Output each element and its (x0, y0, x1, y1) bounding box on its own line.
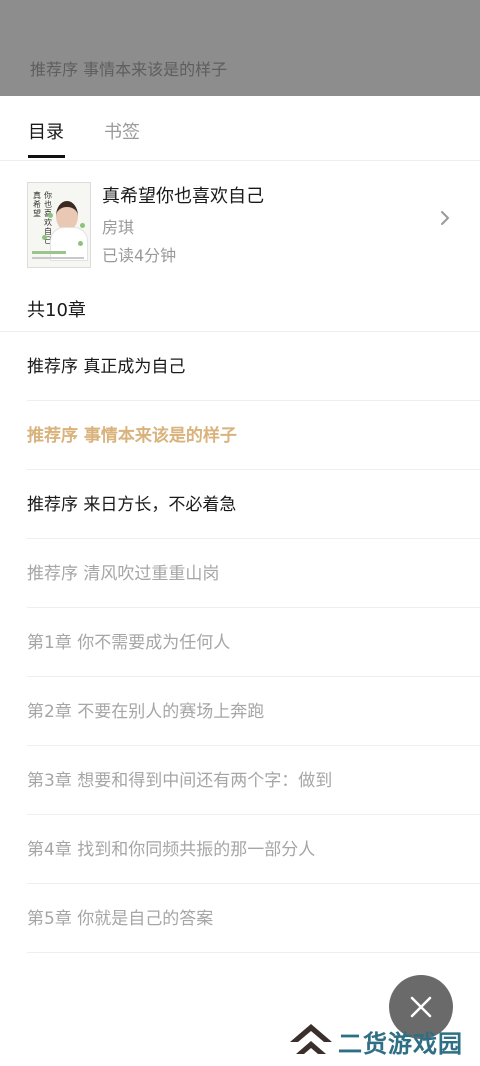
chapter-item[interactable]: 第5章 你就是自己的答案 (27, 884, 480, 953)
toc-panel: 目录 书签 真希望 你也喜欢自己 真希望你也喜欢自己 房琪 已读4分钟 共10章… (0, 96, 480, 1066)
chevron-right-icon (441, 211, 449, 225)
chapter-title: 推荐序 真正成为自己 (27, 357, 186, 377)
chapter-title: 第5章 你就是自己的答案 (27, 909, 214, 929)
tab-contents[interactable]: 目录 (28, 118, 64, 144)
chapter-title: 推荐序 来日方长，不必着急 (27, 495, 237, 515)
watermark-logo-icon (290, 1024, 332, 1054)
tab-bookmarks[interactable]: 书签 (104, 118, 140, 144)
tab-bar: 目录 书签 (0, 96, 480, 161)
dimmed-reader-background[interactable]: 推荐序 事情本来该是的样子 (0, 0, 480, 96)
chapter-item[interactable]: 推荐序 来日方长，不必着急 (27, 470, 480, 539)
chapter-item[interactable]: 第2章 不要在别人的赛场上奔跑 (27, 677, 480, 746)
chapter-item[interactable]: 推荐序 事情本来该是的样子 (27, 401, 480, 470)
chapter-item[interactable]: 推荐序 清风吹过重重山岗 (27, 539, 480, 608)
chapter-item[interactable]: 第4章 找到和你同频共振的那一部分人 (27, 815, 480, 884)
chapter-title: 第1章 你不需要成为任何人 (27, 633, 231, 653)
book-info-row[interactable]: 真希望 你也喜欢自己 真希望你也喜欢自己 房琪 已读4分钟 (0, 180, 480, 270)
chapter-title: 推荐序 清风吹过重重山岗 (27, 564, 220, 584)
book-title: 真希望你也喜欢自己 (102, 186, 264, 207)
active-tab-indicator (28, 155, 65, 158)
chapter-list: 推荐序 真正成为自己推荐序 事情本来该是的样子 推荐序 来日方长，不必着急 推荐序 … (0, 332, 480, 953)
book-author: 房琪 (102, 218, 135, 237)
chapter-title: 第3章 想要和得到中间还有两个字：做到 (27, 771, 333, 791)
watermark-text: 二货游戏园 (338, 1030, 463, 1058)
chapter-count: 共10章 (27, 300, 86, 321)
watermark: 二货游戏园 (288, 1018, 474, 1062)
reading-progress: 已读4分钟 (102, 246, 177, 265)
chapter-title: 推荐序 事情本来该是的样子 (27, 426, 237, 446)
chapter-item[interactable]: 第3章 想要和得到中间还有两个字：做到 (27, 746, 480, 815)
chapter-item[interactable]: 第1章 你不需要成为任何人 (27, 608, 480, 677)
reader-current-chapter-title: 推荐序 事情本来该是的样子 (30, 60, 228, 79)
book-cover: 真希望 你也喜欢自己 (27, 182, 91, 268)
chapter-item[interactable]: 推荐序 真正成为自己 (27, 332, 480, 401)
chapter-title: 第4章 找到和你同频共振的那一部分人 (27, 840, 316, 860)
close-icon (410, 996, 432, 1018)
chapter-title: 第2章 不要在别人的赛场上奔跑 (27, 702, 265, 722)
